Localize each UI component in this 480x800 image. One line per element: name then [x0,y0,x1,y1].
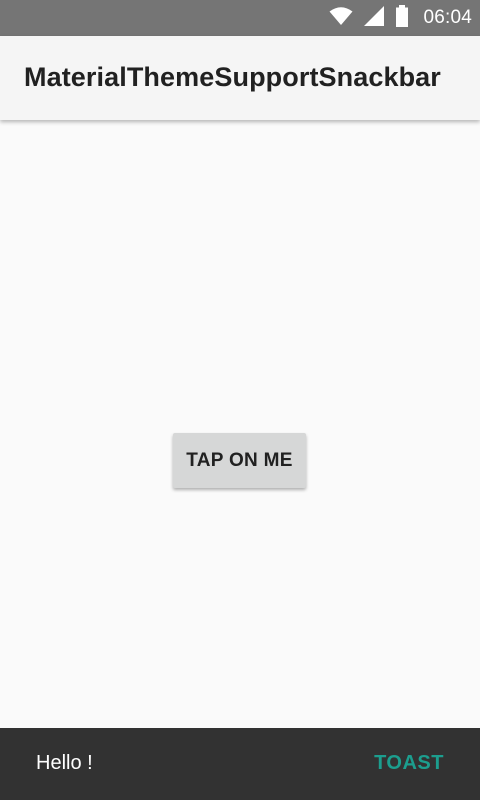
status-icons: 06:04 [329,0,472,36]
main-content: TAP ON ME [0,120,480,728]
status-time: 06:04 [423,7,472,28]
snackbar-message: Hello ! [36,752,93,774]
phone-screen: 06:04 MaterialThemeSupportSnackbar TAP O… [0,0,480,800]
app-bar: MaterialThemeSupportSnackbar [0,36,480,120]
tap-on-me-button[interactable]: TAP ON ME [173,433,306,488]
toast-action-button[interactable]: TOAST [374,748,444,779]
battery-icon [395,4,409,32]
app-title: MaterialThemeSupportSnackbar [24,62,441,92]
snackbar: Hello ! TOAST [0,728,480,800]
status-bar: 06:04 [0,0,480,36]
cellular-signal-icon [363,5,385,32]
wifi-icon [329,6,353,31]
